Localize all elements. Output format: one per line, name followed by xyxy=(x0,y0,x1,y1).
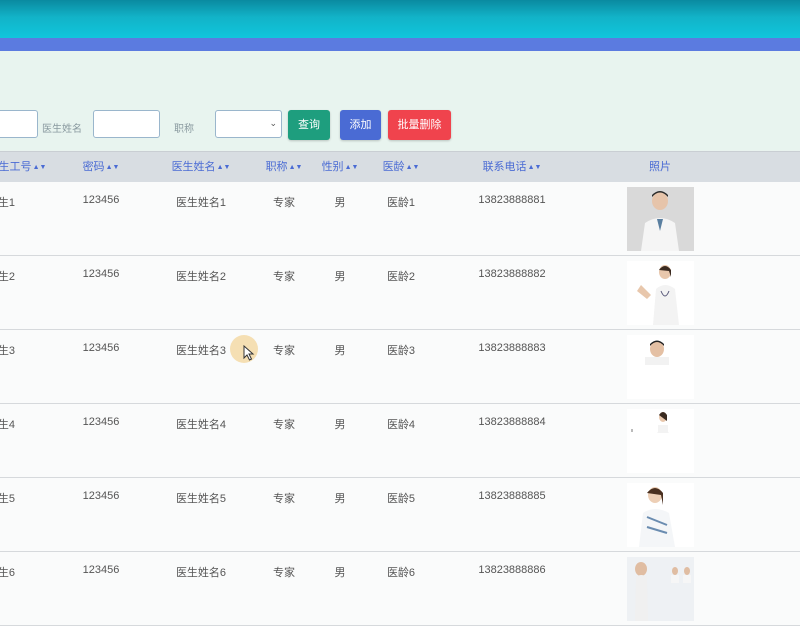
cell-doctor-id: 医生5 xyxy=(0,493,16,505)
cell-gender: 男 xyxy=(334,197,346,209)
cell-phone: 13823888884 xyxy=(478,416,546,428)
cell-password: 123456 xyxy=(82,194,120,206)
doctor-photo-icon[interactable] xyxy=(627,483,694,547)
cell-title: 专家 xyxy=(273,493,295,505)
cell-doctor-name: 医生姓名6 xyxy=(175,567,227,579)
table-row[interactable]: 医生6 123456 医生姓名6 专家 男 医龄6 13823888886 xyxy=(0,552,800,626)
cell-phone: 13823888881 xyxy=(478,194,546,206)
sort-icon[interactable]: ▲▼ xyxy=(406,164,420,171)
cell-title: 专家 xyxy=(273,197,295,209)
top-header-bar xyxy=(0,0,800,38)
doctor-photo-icon[interactable] xyxy=(627,409,694,473)
doctor-photo-icon[interactable] xyxy=(627,557,694,621)
table-row[interactable]: 医生1 123456 医生姓名1 专家 男 医龄1 13823888881 xyxy=(0,182,800,256)
cell-age: 医龄5 xyxy=(386,493,416,505)
cell-doctor-id: 医生4 xyxy=(0,419,16,431)
col-header-password[interactable]: 密码▲▼ xyxy=(70,152,132,183)
cell-phone: 13823888886 xyxy=(478,564,546,576)
doctor-name-label: 医生姓名 xyxy=(42,124,82,135)
cell-gender: 男 xyxy=(334,493,346,505)
chevron-down-icon: ⌄ xyxy=(269,118,277,128)
cell-doctor-name: 医生姓名2 xyxy=(175,271,227,283)
col-header-phone[interactable]: 联系电话▲▼ xyxy=(472,152,552,183)
sort-icon[interactable]: ▲▼ xyxy=(33,164,47,171)
cell-doctor-name: 医生姓名3 xyxy=(175,345,227,357)
sort-icon[interactable]: ▲▼ xyxy=(106,164,120,171)
col-header-photo: 照片 xyxy=(649,161,671,173)
cell-password: 123456 xyxy=(82,416,120,428)
cell-gender: 男 xyxy=(334,271,346,283)
cell-age: 医龄1 xyxy=(386,197,416,209)
table-row[interactable]: 医生2 123456 医生姓名2 专家 男 医龄2 13823888882 xyxy=(0,256,800,330)
cell-password: 123456 xyxy=(82,564,120,576)
col-header-title[interactable]: 职称▲▼ xyxy=(258,152,310,183)
batch-delete-button[interactable]: 批量删除 xyxy=(388,110,451,140)
table-header: 医生工号▲▼ 密码▲▼ 医生姓名▲▼ 职称▲▼ 性别▲▼ 医龄▲▼ 联系电话▲▼… xyxy=(0,151,800,183)
nav-strip xyxy=(0,38,800,51)
table-row[interactable]: 医生4 123456 医生姓名4 专家 男 医龄4 13823888884 xyxy=(0,404,800,478)
cell-gender: 男 xyxy=(334,345,346,357)
doctor-photo-icon[interactable] xyxy=(627,335,694,399)
title-label: 职称 xyxy=(174,124,194,135)
col-header-gender[interactable]: 性别▲▼ xyxy=(314,152,366,183)
cell-doctor-id: 医生6 xyxy=(0,567,16,579)
add-button[interactable]: 添加 xyxy=(340,110,381,140)
cell-title: 专家 xyxy=(273,271,295,283)
col-header-doctor-id[interactable]: 医生工号▲▼ xyxy=(0,152,48,183)
table-row[interactable]: 医生5 123456 医生姓名5 专家 男 医龄5 13823888885 xyxy=(0,478,800,552)
cell-password: 123456 xyxy=(82,342,120,354)
cell-phone: 13823888885 xyxy=(478,490,546,502)
cell-age: 医龄2 xyxy=(386,271,416,283)
sort-icon[interactable]: ▲▼ xyxy=(528,164,542,171)
sort-icon[interactable]: ▲▼ xyxy=(289,164,303,171)
doctor-photo-icon[interactable] xyxy=(627,187,694,251)
cell-doctor-id: 医生2 xyxy=(0,271,16,283)
cell-doctor-id: 医生1 xyxy=(0,197,16,209)
title-select[interactable]: ⌄ xyxy=(215,110,282,138)
cell-age: 医龄6 xyxy=(386,567,416,579)
sort-icon[interactable]: ▲▼ xyxy=(217,164,231,171)
cell-age: 医龄3 xyxy=(386,345,416,357)
cell-gender: 男 xyxy=(334,567,346,579)
cell-doctor-name: 医生姓名4 xyxy=(175,419,227,431)
mouse-cursor-icon xyxy=(243,345,255,361)
col-header-doctor-name[interactable]: 医生姓名▲▼ xyxy=(165,152,237,183)
doctor-name-input[interactable] xyxy=(93,110,160,138)
cell-phone: 13823888882 xyxy=(478,268,546,280)
cell-title: 专家 xyxy=(273,419,295,431)
sort-icon[interactable]: ▲▼ xyxy=(345,164,359,171)
col-header-age[interactable]: 医龄▲▼ xyxy=(375,152,427,183)
cell-password: 123456 xyxy=(82,490,120,502)
cell-title: 专家 xyxy=(273,345,295,357)
cell-doctor-name: 医生姓名5 xyxy=(175,493,227,505)
table-row[interactable]: 医生3 123456 医生姓名3 专家 男 医龄3 13823888883 xyxy=(0,330,800,404)
cell-gender: 男 xyxy=(334,419,346,431)
cell-phone: 13823888883 xyxy=(478,342,546,354)
doctor-id-input[interactable] xyxy=(0,110,38,138)
doctor-photo-icon[interactable] xyxy=(627,261,694,325)
query-button[interactable]: 查询 xyxy=(288,110,330,140)
cell-doctor-name: 医生姓名1 xyxy=(175,197,227,209)
cell-age: 医龄4 xyxy=(386,419,416,431)
cell-doctor-id: 医生3 xyxy=(0,345,16,357)
cell-password: 123456 xyxy=(82,268,120,280)
cell-title: 专家 xyxy=(273,567,295,579)
